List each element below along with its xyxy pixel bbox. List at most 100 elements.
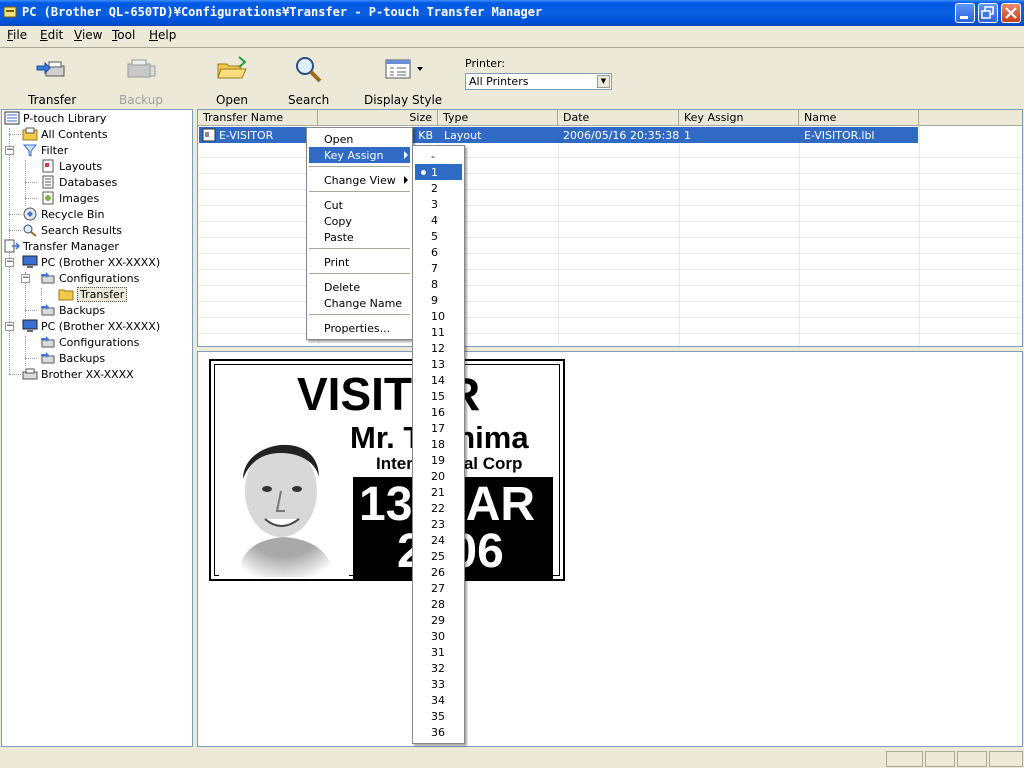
menu-item-copy[interactable]: Copy <box>309 213 410 229</box>
tree-item-images[interactable]: Images <box>40 190 99 206</box>
tree-item-all-contents[interactable]: All Contents <box>22 126 108 142</box>
menu-file[interactable]: File <box>7 28 27 42</box>
key-assign-option[interactable]: 15 <box>415 388 462 404</box>
title-bar[interactable]: PC (Brother QL-650TD)¥Configurations¥Tra… <box>0 0 1024 26</box>
key-assign-option[interactable]: 29 <box>415 612 462 628</box>
key-assign-option[interactable]: 8 <box>415 276 462 292</box>
key-assign-option[interactable]: 14 <box>415 372 462 388</box>
menu-item-properties[interactable]: Properties... <box>309 320 410 336</box>
transfer-icon <box>36 61 65 77</box>
collapse-icon[interactable]: − <box>5 322 14 331</box>
menu-help[interactable]: Help <box>149 28 176 42</box>
key-assign-option[interactable]: 9 <box>415 292 462 308</box>
key-assign-option[interactable]: 34 <box>415 692 462 708</box>
cell-type: Layout <box>444 129 482 142</box>
tree-item-printer[interactable]: Brother XX-XXXX <box>22 366 134 382</box>
collapse-icon[interactable]: − <box>5 146 14 155</box>
key-assign-option[interactable]: 3 <box>415 196 462 212</box>
backup-button[interactable]: Backup <box>118 54 164 107</box>
tree-item-configurations-1[interactable]: Configurations <box>40 270 139 286</box>
menu-item-cut[interactable]: Cut <box>309 197 410 213</box>
key-assign-option[interactable]: - <box>415 148 462 164</box>
key-assign-option[interactable]: 27 <box>415 580 462 596</box>
tree-item-filter[interactable]: Filter <box>22 142 68 158</box>
menu-item-print[interactable]: Print <box>309 254 410 270</box>
tree-item-transfer[interactable]: Transfer <box>58 286 128 302</box>
column-header-transfer-name[interactable]: Transfer Name <box>198 110 318 126</box>
transfer-manager-icon <box>4 239 20 253</box>
menu-edit[interactable]: Edit <box>40 28 63 42</box>
search-button[interactable]: Search <box>288 54 329 107</box>
key-assign-option[interactable]: 19 <box>415 452 462 468</box>
backups-icon <box>41 352 55 364</box>
key-assign-option[interactable]: 30 <box>415 628 462 644</box>
menu-item-change-view[interactable]: Change View <box>309 172 410 188</box>
tree-item-layouts[interactable]: Layouts <box>40 158 102 174</box>
tree-item-ptouch-library[interactable]: P-touch Library <box>4 110 106 126</box>
column-header-size[interactable]: Size <box>318 110 438 126</box>
key-assign-option[interactable]: 6 <box>415 244 462 260</box>
printer-label: Printer: <box>465 57 506 70</box>
minimize-button[interactable] <box>955 3 975 23</box>
collapse-icon[interactable]: − <box>21 274 30 283</box>
key-assign-option[interactable]: 28 <box>415 596 462 612</box>
tree-item-search-results[interactable]: Search Results <box>22 222 122 238</box>
tree-item-pc-1[interactable]: PC (Brother XX-XXXX) <box>22 254 160 270</box>
key-assign-option[interactable]: 18 <box>415 436 462 452</box>
display-style-dropdown-icon[interactable] <box>417 67 423 71</box>
key-assign-option[interactable]: 21 <box>415 484 462 500</box>
key-assign-submenu: -1 2 3 4 5 6 7 8 9 10 11 12 13 14 15 16 17 18 19 20 21 22 23 24… <box>412 145 465 744</box>
printer-select[interactable]: All Printers ▼ <box>465 73 612 90</box>
key-assign-option[interactable]: 12 <box>415 340 462 356</box>
key-assign-option[interactable]: 4 <box>415 212 462 228</box>
key-assign-option[interactable]: 10 <box>415 308 462 324</box>
key-assign-option[interactable]: 17 <box>415 420 462 436</box>
key-assign-option[interactable]: 16 <box>415 404 462 420</box>
transfer-button[interactable]: Transfer <box>28 54 76 107</box>
key-assign-option[interactable]: 26 <box>415 564 462 580</box>
key-assign-option[interactable]: 11 <box>415 324 462 340</box>
key-assign-option[interactable]: 31 <box>415 644 462 660</box>
tree-item-backups-1[interactable]: Backups <box>40 302 105 318</box>
key-assign-option[interactable]: 13 <box>415 356 462 372</box>
key-assign-option[interactable]: 7 <box>415 260 462 276</box>
menu-item-paste[interactable]: Paste <box>309 229 410 245</box>
menu-item-key-assign[interactable]: Key Assign <box>309 147 410 163</box>
key-assign-option[interactable]: 23 <box>415 516 462 532</box>
key-assign-option[interactable]: 22 <box>415 500 462 516</box>
tree-item-pc-2[interactable]: PC (Brother XX-XXXX) <box>22 318 160 334</box>
key-assign-option[interactable]: 5 <box>415 228 462 244</box>
tree-item-databases[interactable]: Databases <box>40 174 117 190</box>
menu-item-delete[interactable]: Delete <box>309 279 410 295</box>
tree-item-transfer-manager[interactable]: Transfer Manager <box>4 238 119 254</box>
open-button[interactable]: Open <box>211 54 253 107</box>
restore-button[interactable] <box>978 3 998 23</box>
tree-item-backups-2[interactable]: Backups <box>40 350 105 366</box>
key-assign-option[interactable]: 25 <box>415 548 462 564</box>
close-button[interactable] <box>1001 3 1021 23</box>
key-assign-option[interactable]: 24 <box>415 532 462 548</box>
key-assign-option[interactable]: 1 <box>415 164 462 180</box>
column-header-key-assign[interactable]: Key Assign <box>679 110 799 126</box>
menu-item-change-name[interactable]: Change Name <box>309 295 410 311</box>
key-assign-option[interactable]: 20 <box>415 468 462 484</box>
context-menu: Open Key Assign Change View Cut Copy Pas… <box>306 127 413 340</box>
menu-tool[interactable]: Tool <box>112 28 135 42</box>
display-style-button[interactable]: Display Style <box>364 54 442 107</box>
key-assign-option[interactable]: 32 <box>415 660 462 676</box>
key-assign-option[interactable]: 36 <box>415 724 462 740</box>
key-assign-option[interactable]: 33 <box>415 676 462 692</box>
computer-icon <box>22 255 38 268</box>
key-assign-option[interactable]: 2 <box>415 180 462 196</box>
column-header-type[interactable]: Type <box>438 110 558 126</box>
key-assign-option[interactable]: 35 <box>415 708 462 724</box>
cell-transfer-name: E-VISITOR <box>219 129 274 142</box>
tree-item-configurations-2[interactable]: Configurations <box>40 334 139 350</box>
menu-view[interactable]: View <box>74 28 102 42</box>
tree-item-recycle-bin[interactable]: Recycle Bin <box>22 206 104 222</box>
column-header-name[interactable]: Name <box>799 110 919 126</box>
column-header-date[interactable]: Date <box>558 110 679 126</box>
chevron-down-icon[interactable]: ▼ <box>597 75 610 88</box>
menu-item-open[interactable]: Open <box>309 131 410 147</box>
collapse-icon[interactable]: − <box>5 258 14 267</box>
